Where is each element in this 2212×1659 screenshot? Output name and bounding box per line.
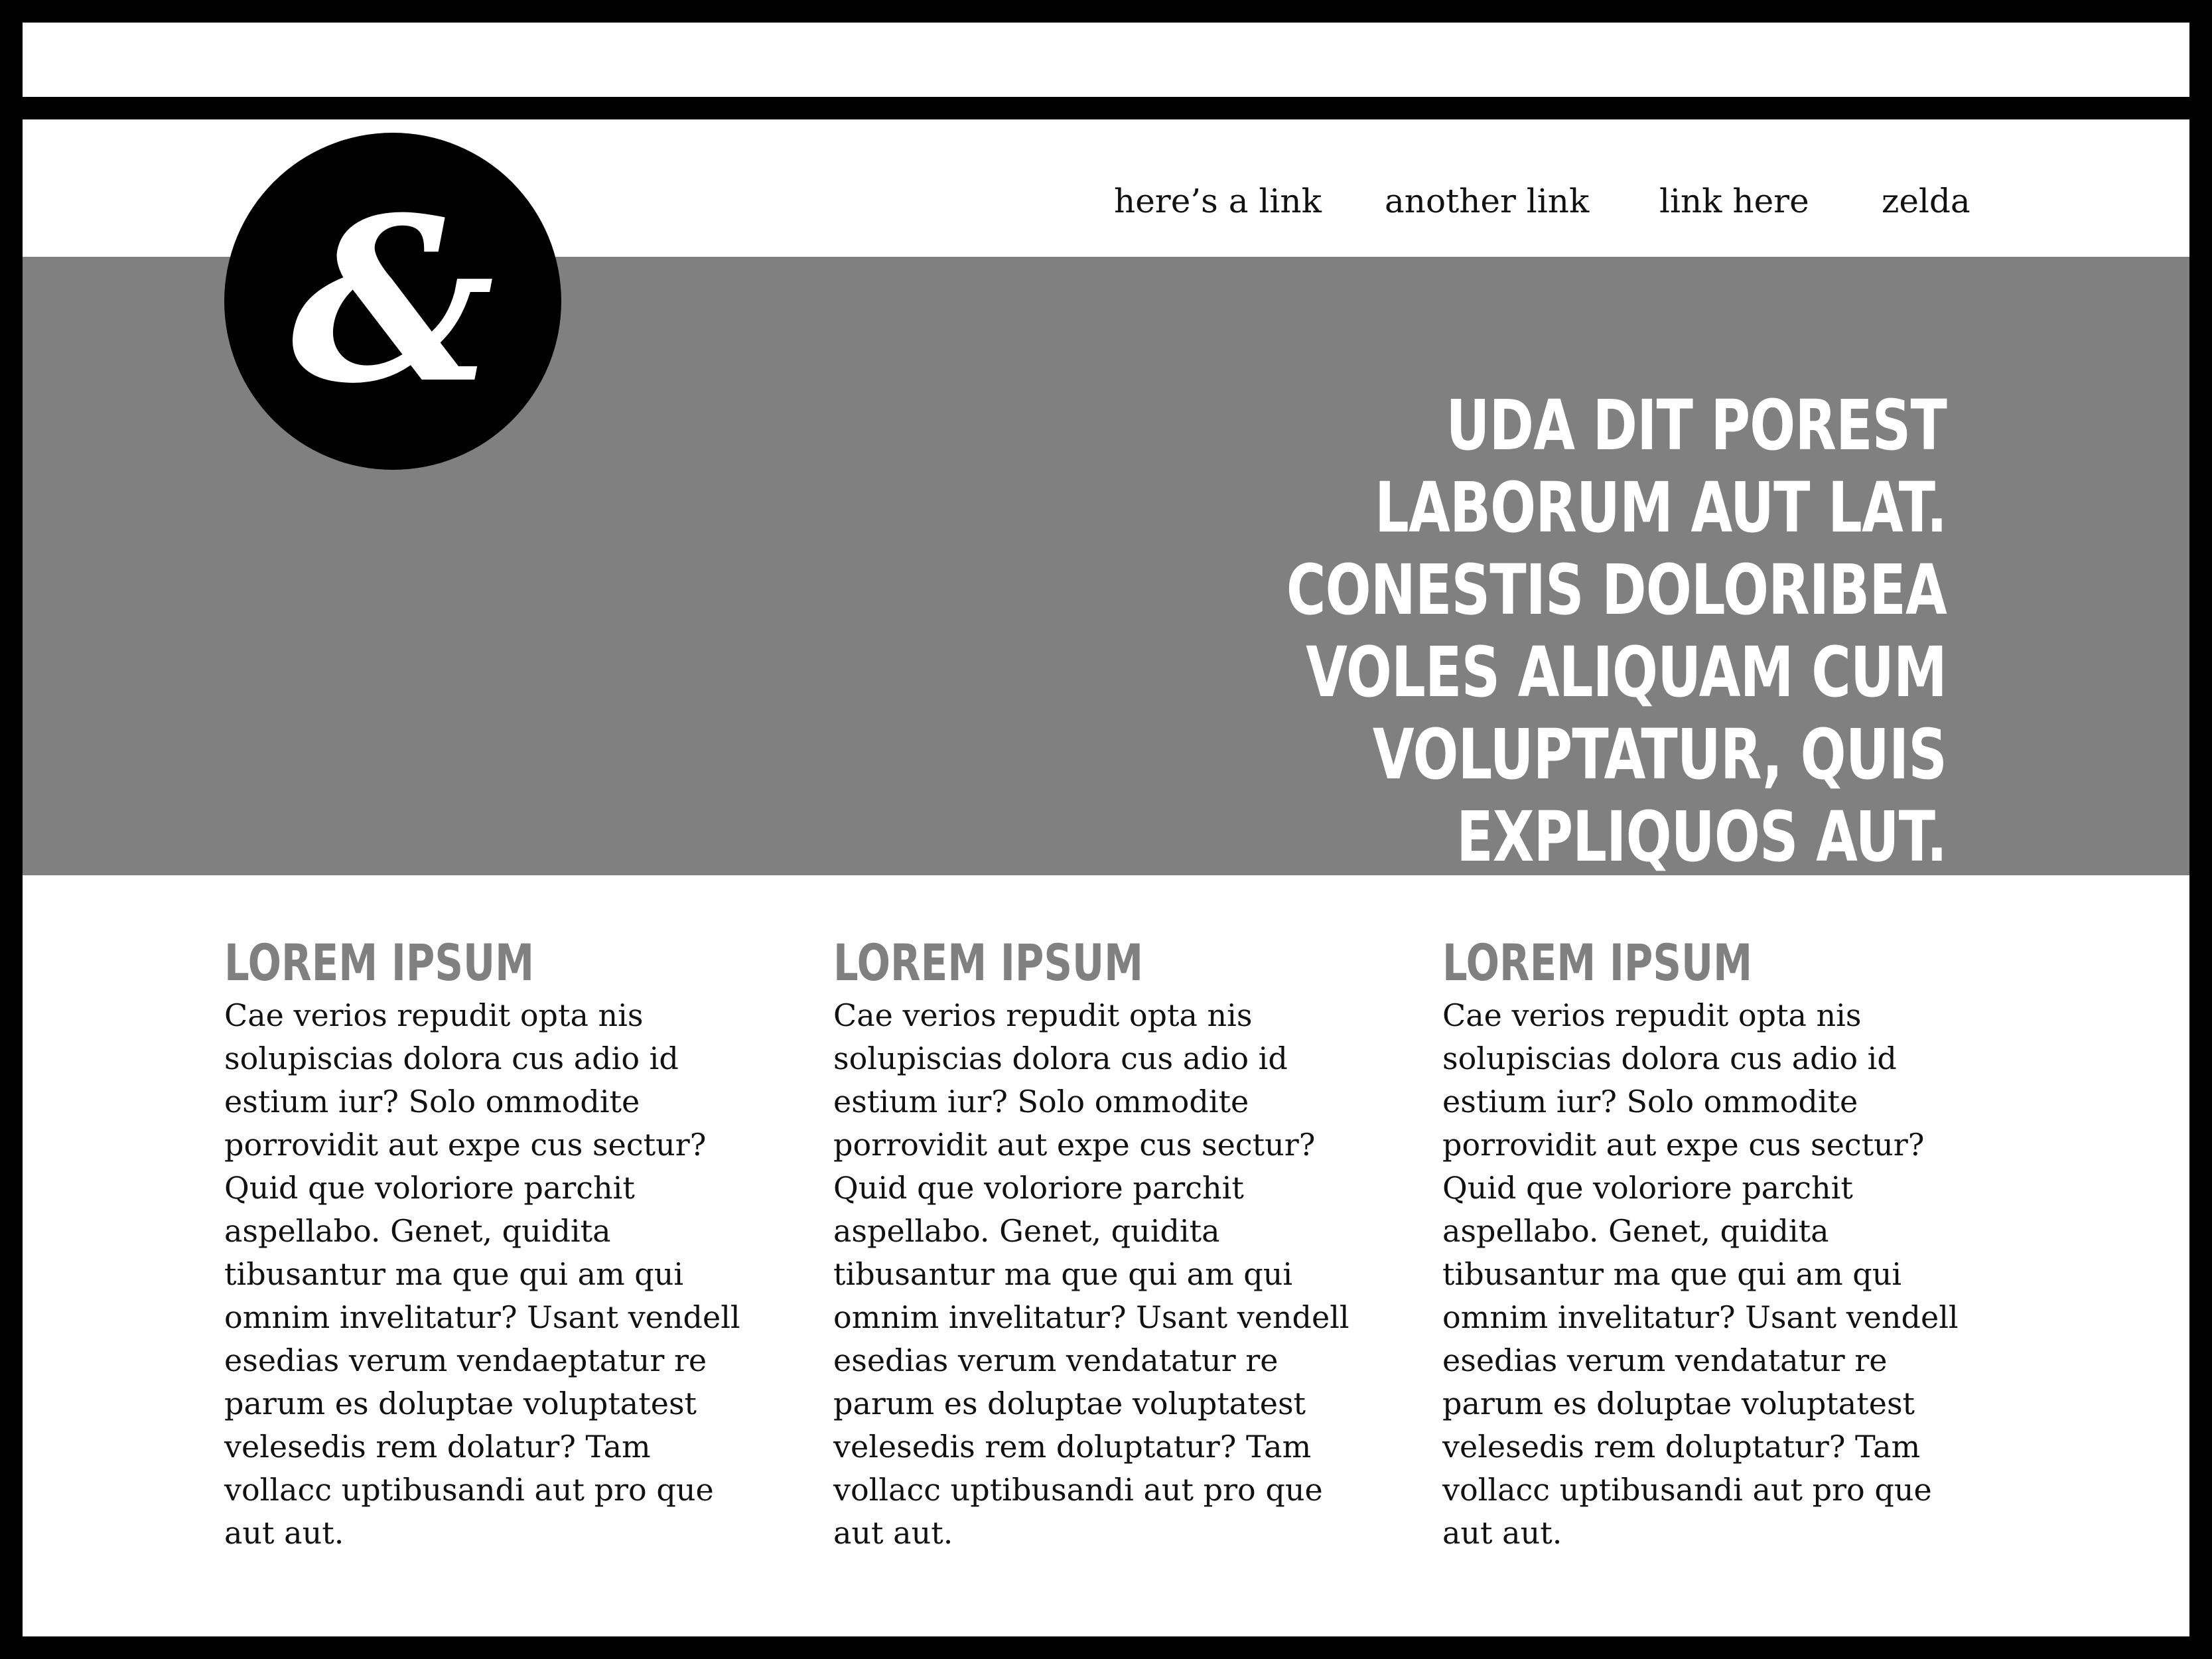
- browser-top-bar: [23, 23, 2189, 97]
- column-title: LOREM IPSUM: [224, 933, 535, 992]
- column-body: Cae verios repudit opta nis solupiscias …: [1442, 997, 1959, 1551]
- ampersand-logo-icon[interactable]: &: [224, 133, 561, 470]
- column-body: Cae verios repudit opta nis solupiscias …: [833, 997, 1349, 1551]
- nav-link-zelda[interactable]: zelda: [1882, 184, 1970, 218]
- nav-link-another-link[interactable]: another link: [1385, 184, 1589, 218]
- column-title: LOREM IPSUM: [833, 933, 1144, 992]
- column-body: Cae verios repudit opta nis solupiscias …: [224, 997, 740, 1551]
- content-column: LOREM IPSUM Cae verios repudit opta nis …: [224, 933, 755, 1555]
- content-column: LOREM IPSUM Cae verios repudit opta nis …: [833, 933, 1364, 1555]
- content-columns: LOREM IPSUM Cae verios repudit opta nis …: [224, 933, 2016, 1551]
- hero-headline: UDA DIT POREST LABORUM AUT LAT. CONESTIS…: [1286, 385, 1947, 877]
- column-title: LOREM IPSUM: [1442, 933, 1753, 992]
- logo-glyph: &: [291, 169, 495, 433]
- content-column: LOREM IPSUM Cae verios repudit opta nis …: [1442, 933, 1973, 1555]
- top-bar-divider: [23, 97, 2189, 119]
- browser-frame: here’s a link another link link here zel…: [0, 0, 2212, 1659]
- nav-link-link-here[interactable]: link here: [1659, 184, 1809, 218]
- nav-link-heres-a-link[interactable]: here’s a link: [1114, 184, 1322, 218]
